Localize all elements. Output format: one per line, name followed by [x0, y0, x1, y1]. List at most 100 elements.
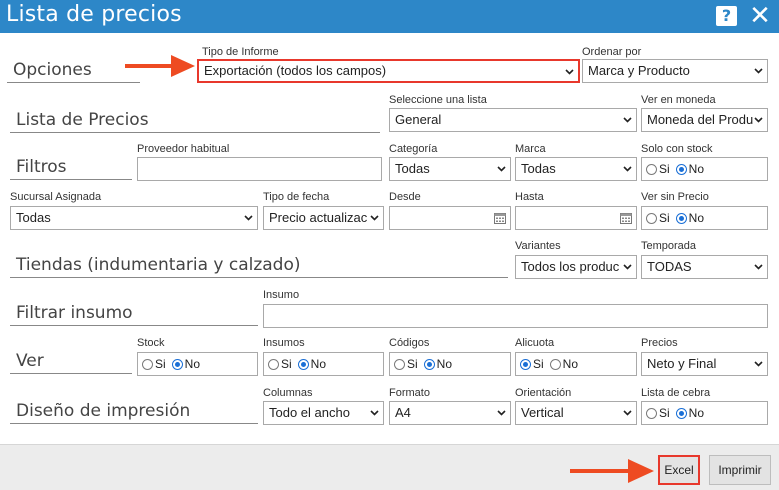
tipo-fecha-select[interactable]: Precio actualizac [263, 206, 384, 230]
section-lista-precios: Lista de Precios [10, 109, 380, 133]
ordenar-por-value: Marca y Producto [588, 63, 690, 78]
variantes-value: Todos los produc [521, 259, 620, 274]
marca-label: Marca [515, 143, 546, 155]
desde-label: Desde [389, 191, 421, 203]
categoria-label: Categoría [389, 143, 438, 155]
ver-moneda-label: Ver en moneda [641, 94, 716, 106]
chevron-down-icon [623, 263, 632, 271]
tipo-fecha-label: Tipo de fecha [263, 191, 330, 203]
seleccione-lista-label: Seleccione una lista [389, 94, 487, 106]
precios-select[interactable]: Neto y Final [641, 352, 768, 376]
insumos-si-radio[interactable] [268, 358, 279, 370]
stock-no-radio[interactable] [171, 358, 183, 370]
tipo-informe-select[interactable]: Exportación (todos los campos) [197, 59, 580, 83]
variantes-select[interactable]: Todos los produc [515, 255, 637, 279]
seleccione-lista-select[interactable]: General [389, 108, 637, 132]
alicuota-radio-group[interactable]: Si No [515, 352, 637, 376]
radio-no-label: No [688, 406, 705, 420]
radio-si-label: Si [407, 357, 418, 371]
sin-precio-label: Ver sin Precio [641, 191, 709, 203]
excel-button[interactable]: Excel [658, 455, 700, 485]
marca-value: Todas [521, 161, 556, 176]
print-button[interactable]: Imprimir [709, 455, 771, 485]
section-tiendas: Tiendas (indumentaria y calzado) [10, 254, 508, 278]
solo-stock-label: Solo con stock [641, 143, 713, 155]
variantes-label: Variantes [515, 240, 561, 252]
codigos-si-radio[interactable] [394, 358, 405, 370]
radio-no-label: No [688, 211, 705, 225]
cebra-radio-group[interactable]: Si No [641, 401, 768, 425]
marca-select[interactable]: Todas [515, 157, 637, 181]
ver-moneda-select[interactable]: Moneda del Produ [641, 108, 768, 132]
formato-value: A4 [395, 405, 411, 420]
chevron-down-icon [623, 116, 632, 124]
tipo-informe-label: Tipo de Informe [202, 46, 279, 58]
pointer-arrow-icon [570, 459, 654, 483]
sin-precio-radio-group[interactable]: Si No [641, 206, 768, 230]
radio-si-label: Si [533, 357, 544, 371]
desde-date-input[interactable] [389, 206, 511, 230]
ordenar-por-label: Ordenar por [582, 46, 642, 58]
columnas-value: Todo el ancho [269, 405, 350, 420]
tipo-informe-value: Exportación (todos los campos) [204, 63, 387, 78]
ver-moneda-value: Moneda del Produ [647, 112, 754, 127]
columnas-label: Columnas [263, 387, 313, 399]
radio-si-label: Si [281, 357, 292, 371]
window-title: Lista de precios [6, 2, 182, 27]
columnas-select[interactable]: Todo el ancho [263, 401, 384, 425]
solo-stock-si-radio[interactable] [646, 163, 657, 175]
solo-stock-no-radio[interactable] [675, 163, 687, 175]
cebra-si-radio[interactable] [646, 407, 657, 419]
section-diseno-impresion: Diseño de impresión [10, 400, 258, 424]
calendar-icon[interactable] [494, 212, 506, 224]
temporada-label: Temporada [641, 240, 697, 252]
chevron-down-icon [497, 409, 506, 417]
radio-no-label: No [562, 357, 579, 371]
section-ver: Ver [10, 350, 132, 374]
radio-si-label: Si [659, 211, 670, 225]
insumos-radio-group[interactable]: Si No [263, 352, 384, 376]
codigos-radio-group[interactable]: Si No [389, 352, 511, 376]
radio-no-label: No [436, 357, 453, 371]
insumos-no-radio[interactable] [297, 358, 309, 370]
stock-si-radio[interactable] [142, 358, 153, 370]
hasta-date-input[interactable] [515, 206, 637, 230]
sucursal-value: Todas [16, 210, 51, 225]
chevron-down-icon [623, 165, 632, 173]
alicuota-no-radio[interactable] [549, 358, 561, 370]
insumo-input[interactable] [263, 304, 768, 328]
title-bar: Lista de precios ? ✕ [0, 0, 779, 33]
calendar-icon[interactable] [620, 212, 632, 224]
codigos-label: Códigos [389, 337, 430, 349]
sucursal-select[interactable]: Todas [10, 206, 258, 230]
close-button[interactable]: ✕ [748, 3, 772, 29]
chevron-down-icon [623, 409, 632, 417]
hasta-label: Hasta [515, 191, 544, 203]
stock-radio-group[interactable]: Si No [137, 352, 258, 376]
formato-select[interactable]: A4 [389, 401, 511, 425]
stock-label: Stock [137, 337, 165, 349]
chevron-down-icon [244, 214, 253, 222]
chevron-down-icon [497, 165, 506, 173]
ordenar-por-select[interactable]: Marca y Producto [582, 59, 768, 83]
section-opciones: Opciones [7, 59, 140, 83]
section-filtrar-insumo: Filtrar insumo [10, 302, 258, 326]
alicuota-si-radio[interactable] [520, 358, 531, 370]
sin-precio-no-radio[interactable] [675, 212, 687, 224]
temporada-select[interactable]: TODAS [641, 255, 768, 279]
insumo-label: Insumo [263, 289, 300, 301]
help-button[interactable]: ? [716, 6, 737, 26]
proveedor-input[interactable] [137, 157, 382, 181]
orientacion-select[interactable]: Vertical [515, 401, 637, 425]
cebra-label: Lista de cebra [641, 387, 711, 399]
cebra-no-radio[interactable] [675, 407, 687, 419]
chevron-down-icon [565, 68, 574, 76]
codigos-no-radio[interactable] [423, 358, 435, 370]
radio-no-label: No [310, 357, 327, 371]
sin-precio-si-radio[interactable] [646, 212, 657, 224]
categoria-select[interactable]: Todas [389, 157, 511, 181]
pointer-arrow-icon [125, 55, 195, 77]
chevron-down-icon [370, 409, 379, 417]
radio-si-label: Si [659, 162, 670, 176]
solo-stock-radio-group[interactable]: Si No [641, 157, 768, 181]
